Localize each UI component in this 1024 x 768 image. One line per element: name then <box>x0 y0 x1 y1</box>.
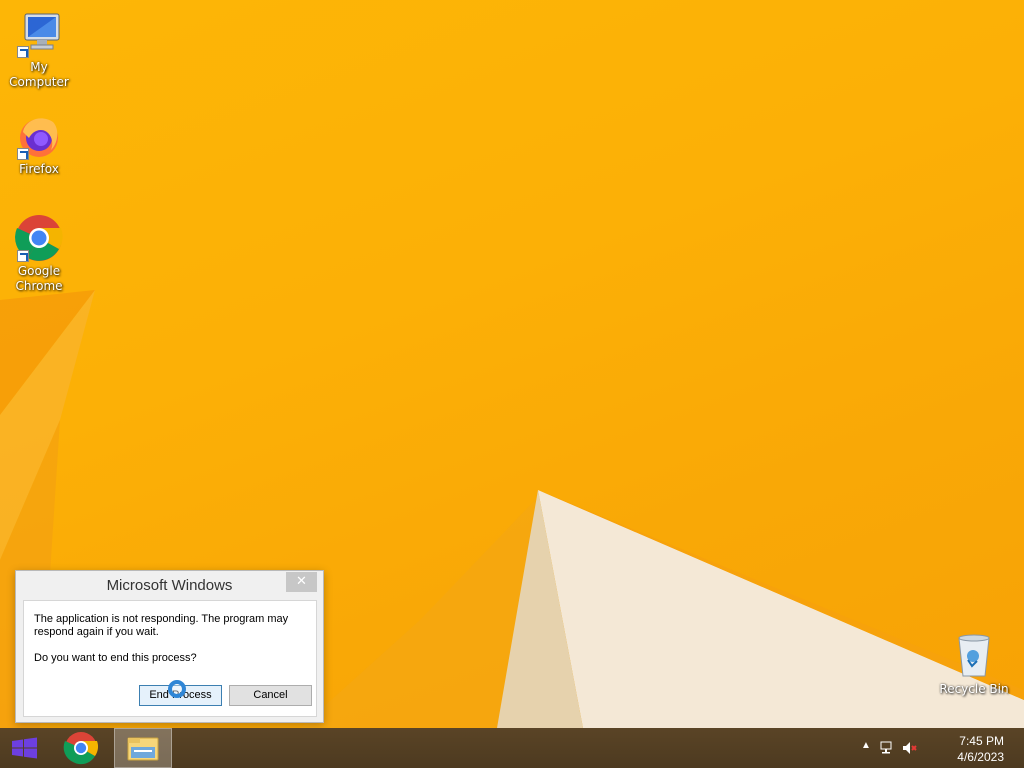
dialog-question: Do you want to end this process? <box>34 652 197 664</box>
desktop-icon-label: My Computer <box>9 60 69 89</box>
close-button[interactable]: ✕ <box>286 572 317 592</box>
desktop-icon-label: Firefox <box>19 162 59 176</box>
shortcut-arrow-icon <box>17 148 29 160</box>
desktop-icon-label: Google Chrome <box>15 264 63 293</box>
show-hidden-icons-icon[interactable]: ▲ <box>858 740 874 756</box>
busy-cursor-icon <box>168 680 186 698</box>
chrome-icon <box>63 732 99 765</box>
folder-icon <box>127 737 159 761</box>
recycle-bin-icon <box>950 632 998 680</box>
windows-logo-icon <box>12 737 37 759</box>
clock-time: 7:45 PM <box>959 734 1004 748</box>
chrome-icon <box>15 214 63 262</box>
system-tray: ▲ 7:45 PM 4/6/2023 <box>854 728 1024 768</box>
dialog-message: The application is not responding. The p… <box>34 613 289 638</box>
dialog-title: Microsoft Windows <box>106 577 233 594</box>
desktop-icon-google-chrome[interactable]: Google Chrome <box>1 214 77 294</box>
cancel-button[interactable]: Cancel <box>229 685 312 706</box>
desktop-icon-firefox[interactable]: Firefox <box>1 112 77 177</box>
network-icon[interactable] <box>880 740 896 756</box>
dialog-titlebar[interactable]: Microsoft Windows ✕ <box>16 571 323 601</box>
desktop-icon-my-computer[interactable]: My Computer <box>1 10 77 90</box>
firefox-icon <box>15 112 63 160</box>
not-responding-dialog: Microsoft Windows ✕ The application is n… <box>15 570 324 723</box>
shortcut-arrow-icon <box>17 46 29 58</box>
taskbar: ▲ 7:45 PM 4/6/2023 <box>0 728 1024 768</box>
dialog-content: The application is not responding. The p… <box>23 600 317 717</box>
clock[interactable]: 7:45 PM 4/6/2023 <box>957 733 1004 765</box>
desktop-icon-recycle-bin[interactable]: Recycle Bin <box>936 632 1012 697</box>
clock-date: 4/6/2023 <box>957 750 1004 764</box>
taskbar-file-explorer-button[interactable] <box>114 728 172 768</box>
volume-muted-icon[interactable] <box>902 740 918 756</box>
computer-icon <box>15 10 63 58</box>
start-button[interactable] <box>0 728 49 768</box>
shortcut-arrow-icon <box>17 250 29 262</box>
desktop-icon-label: Recycle Bin <box>939 682 1009 696</box>
taskbar-chrome-button[interactable] <box>52 728 110 768</box>
